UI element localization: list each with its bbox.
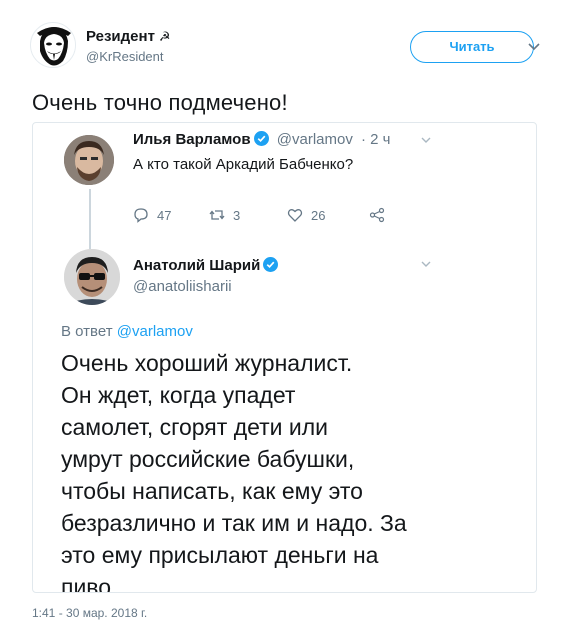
tweet-header: Резидент ☭ @KrResident Читать <box>30 22 550 72</box>
reply-text-line: умрут российские бабушки, <box>61 446 355 472</box>
reply-tweet-author-name: Анатолий Шарий <box>133 257 279 274</box>
reply-text-line: чтобы написать, как ему это <box>61 478 363 504</box>
like-count: 26 <box>311 207 326 223</box>
first-tweet-actions: 47 3 26 <box>133 207 433 229</box>
tweet-text: Очень точно подмечено! <box>32 90 288 115</box>
hammer-sickle-symbol: ☭ <box>158 29 171 44</box>
reply-text-line: это ему присылают деньги на <box>61 542 379 568</box>
first-tweet-time: · 2 ч <box>361 131 391 148</box>
heart-icon <box>287 209 303 222</box>
first-tweet-text: А кто такой Аркадий Бабченко? <box>133 156 354 173</box>
verified-badge-icon <box>263 257 279 272</box>
follow-button[interactable]: Читать <box>410 31 534 63</box>
avatar-image <box>64 249 120 305</box>
share-action <box>369 207 393 223</box>
chevron-down-icon <box>421 137 431 143</box>
like-action: 26 <box>287 207 325 223</box>
chevron-down-icon <box>421 261 431 267</box>
chevron-down-icon[interactable] <box>524 36 544 56</box>
reply-to-prefix: В ответ <box>61 323 117 340</box>
author-handle[interactable]: @KrResident <box>86 49 171 64</box>
reply-tweet-text: Очень хороший журналист. Он ждет, когда … <box>61 347 521 593</box>
retweet-action: 3 <box>209 207 240 223</box>
reply-tweet-author-name-text: Анатолий Шарий <box>133 257 261 274</box>
sharii-avatar <box>64 249 120 305</box>
share-icon <box>369 207 385 223</box>
first-tweet-author-name: Илья Варламов <box>133 131 251 148</box>
reply-action: 47 <box>133 207 171 223</box>
reply-text-line: безразлично и так им и надо. За <box>61 510 407 536</box>
reply-text-line: Он ждет, когда упадет <box>61 382 296 408</box>
first-tweet-author-handle: @varlamov <box>276 131 353 148</box>
reply-count: 47 <box>157 207 172 223</box>
varlamov-avatar <box>64 135 114 185</box>
reply-to-link: @varlamov <box>116 323 193 340</box>
first-tweet-header: Илья Варламов @varlamov · 2 ч <box>133 131 391 148</box>
tweet-timestamp[interactable]: 1:41 - 30 мар. 2018 г. <box>32 606 147 620</box>
thread-connector-line <box>89 189 91 249</box>
guy-fawkes-mask-avatar[interactable] <box>30 22 76 68</box>
verified-badge-icon <box>253 131 269 146</box>
author-block[interactable]: Резидент ☭ @KrResident <box>86 28 171 64</box>
reply-text-line: пиво. <box>61 574 118 593</box>
reply-text-line: самолет, сгорят дети или <box>61 414 329 440</box>
retweet-icon <box>209 210 225 220</box>
reply-icon <box>134 208 148 223</box>
author-name[interactable]: Резидент <box>86 28 155 45</box>
reply-to-line: В ответ @varlamov <box>61 323 193 340</box>
reply-text-line: Очень хороший журналист. <box>61 350 353 376</box>
reply-tweet-author-handle: @anatoliisharii <box>133 278 232 295</box>
attached-screenshot[interactable]: Илья Варламов @varlamov · 2 ч А кто тако… <box>32 122 537 593</box>
avatar-image <box>31 23 75 67</box>
retweet-count: 3 <box>233 207 241 223</box>
avatar-image <box>64 135 114 185</box>
